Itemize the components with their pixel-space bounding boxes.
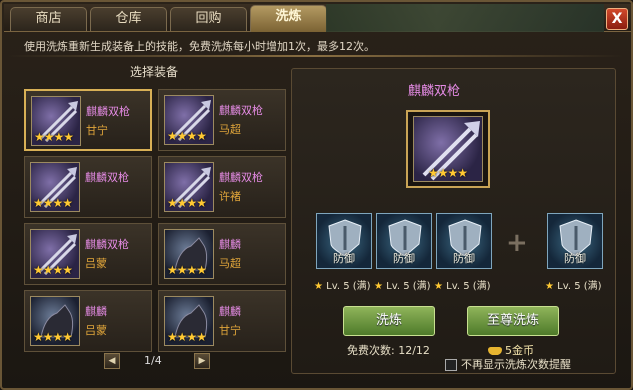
star-rating: ★★★★ [428,166,468,180]
twin-spear-icon: ★★★★ [31,96,81,146]
star-rating: ★★★★ [167,196,207,210]
star-rating: ★★★★ [167,263,207,277]
star-rating: ★★★★ [167,330,207,344]
free-refine-count: 免费次数: 12/12 [347,344,430,357]
skill-level: ★ Lv. 5 (满) [314,281,371,292]
tab-refine[interactable]: 洗炼 [250,5,327,32]
star-icon: ★ [434,281,443,292]
item-owner: 马超 [219,123,241,136]
defense-skill-slot[interactable]: 防御 [436,213,492,269]
prev-page-button[interactable]: ◀ [104,353,120,369]
item-owner: 甘宁 [86,124,108,137]
divider [8,55,623,57]
selected-item-slot: ★★★★ [406,110,490,188]
item-name: 麒麟双枪 [219,104,263,117]
equipment-card[interactable]: ★★★★ 麒麟 马超 [158,223,286,285]
skill-label: 防御 [333,252,355,265]
next-page-button[interactable]: ▶ [194,353,210,369]
supreme-refine-button[interactable]: 至尊洗炼 [467,306,559,336]
selected-item-title: 麒麟双枪 [408,84,461,99]
item-name: 麒麟双枪 [85,171,129,184]
item-name: 麒麟双枪 [219,171,263,184]
skill-label: 防御 [564,252,586,265]
star-rating: ★★★★ [34,130,74,144]
twin-spear-icon: ★★★★ [30,229,80,279]
item-owner: 许褚 [219,190,241,203]
item-owner: 甘宁 [219,324,241,337]
refine-button[interactable]: 洗炼 [343,306,435,336]
star-rating: ★★★★ [167,129,207,143]
reminder-checkbox[interactable] [445,359,457,371]
item-owner: 吕蒙 [85,324,107,337]
skill-level: ★ Lv. 5 (满) [545,281,602,292]
page-indicator: 1/4 [144,354,162,367]
twin-spear-icon: ★★★★ [164,162,214,212]
defense-skill-slot[interactable]: 防御 [316,213,372,269]
equipment-card[interactable]: ★★★★ 麒麟双枪 [24,156,152,218]
defense-skill-slot[interactable]: 防御 [376,213,432,269]
horse-icon: ★★★★ [30,296,80,346]
horse-icon: ★★★★ [164,296,214,346]
reminder-label: 不再显示洗炼次数提醒 [461,358,571,371]
star-icon: ★ [314,281,323,292]
item-name: 麒麟 [85,305,107,318]
skill-level: ★ Lv. 5 (满) [374,281,431,292]
reminder-option: 不再显示洗炼次数提醒 [445,356,571,372]
star-icon: ★ [545,281,554,292]
horse-icon: ★★★★ [164,229,214,279]
skill-level: ★ Lv. 5 (满) [434,281,491,292]
gold-ingot-icon [488,347,502,355]
star-rating: ★★★★ [33,330,73,344]
item-name: 麒麟双枪 [85,238,129,251]
select-equipment-title: 选择装备 [130,65,179,79]
star-rating: ★★★★ [33,263,73,277]
background-scenery [326,4,604,32]
skill-label: 防御 [453,252,475,265]
equipment-card[interactable]: ★★★★ 麒麟 吕蒙 [24,290,152,352]
tab-bar: 商店 仓库 回购 洗炼 X [4,4,631,32]
tab-shop[interactable]: 商店 [10,7,87,31]
equipment-card[interactable]: ★★★★ 麒麟双枪 马超 [158,89,286,151]
item-name: 麒麟双枪 [86,105,130,118]
tab-buyback[interactable]: 回购 [170,7,247,31]
equipment-card[interactable]: ★★★★ 麒麟双枪 甘宁 [24,89,152,151]
equipment-card[interactable]: ★★★★ 麒麟双枪 吕蒙 [24,223,152,285]
close-button[interactable]: X [606,8,628,30]
item-owner: 马超 [219,257,241,270]
twin-spear-icon: ★★★★ [413,116,483,182]
skill-label: 防御 [393,252,415,265]
star-icon: ★ [374,281,383,292]
tab-warehouse[interactable]: 仓库 [90,7,167,31]
item-name: 麒麟 [219,238,241,251]
twin-spear-icon: ★★★★ [30,162,80,212]
refine-hint: 使用洗炼重新生成装备上的技能，免费洗炼每小时增加1次，最多12次。 [24,40,375,53]
item-owner: 吕蒙 [85,257,107,270]
twin-spear-icon: ★★★★ [164,95,214,145]
defense-skill-slot[interactable]: 防御 [547,213,603,269]
pager: ◀ 1/4 ▶ [104,353,210,371]
plus-icon: + [506,228,528,258]
item-name: 麒麟 [219,305,241,318]
star-rating: ★★★★ [33,196,73,210]
equipment-card[interactable]: ★★★★ 麒麟 甘宁 [158,290,286,352]
equipment-card[interactable]: ★★★★ 麒麟双枪 许褚 [158,156,286,218]
